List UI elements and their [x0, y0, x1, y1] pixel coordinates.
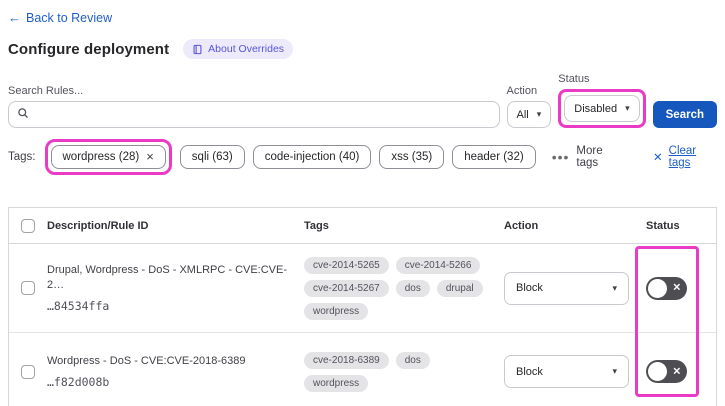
action-field-group: Action All ▾ — [506, 85, 552, 128]
rule-id: …f82d008b — [47, 375, 110, 390]
rule-tag-pill: dos — [395, 279, 430, 297]
chevron-down-icon: ▾ — [536, 109, 542, 119]
action-dropdown-value: Block — [516, 282, 543, 294]
rule-tags-cell: cve-2014-5265 cve-2014-5266 cve-2014-526… — [304, 256, 504, 320]
rule-action-cell: Block ▾ — [504, 271, 636, 305]
column-header-action: Action — [504, 219, 539, 232]
table-header-row: Description/Rule ID Tags Action Status — [9, 208, 716, 244]
rule-tag-pills: cve-2018-6389 dos wordpress — [304, 351, 494, 392]
clear-tags-link[interactable]: ✕ Clear tags — [653, 145, 717, 169]
rule-tag-pill: cve-2014-5265 — [304, 256, 389, 274]
tag-chip-wordpress[interactable]: wordpress (28) × — [50, 145, 166, 169]
tags-bar-label: Tags: — [8, 151, 36, 163]
column-header-tags: Tags — [304, 219, 329, 232]
table-row: Drupal, Wordpress - DoS - XMLRPC - CVE:C… — [9, 244, 716, 333]
status-select[interactable]: Disabled ▾ — [564, 95, 640, 122]
rule-tag-pill: drupal — [436, 279, 483, 297]
rule-status-cell: ✕ — [636, 276, 714, 300]
rule-tag-pill: wordpress — [304, 302, 369, 320]
rules-table: Description/Rule ID Tags Action Status D… — [8, 207, 717, 406]
search-icon — [17, 106, 29, 124]
tag-chip-label: xss (35) — [391, 151, 433, 163]
tag-chip-label: wordpress (28) — [62, 151, 140, 163]
tag-chip-xss[interactable]: xss (35) — [379, 145, 445, 169]
row-checkbox[interactable] — [21, 364, 35, 379]
chevron-down-icon: ▾ — [612, 282, 617, 293]
rule-description-cell: Wordpress - DoS - CVE:CVE-2018-6389 …f82… — [47, 354, 304, 389]
search-label: Search Rules... — [8, 85, 84, 97]
action-label: Action — [506, 85, 538, 97]
rule-id: …84534ffa — [47, 298, 110, 313]
clear-x-icon: ✕ — [653, 152, 663, 164]
tag-chip-label: header (32) — [464, 151, 524, 163]
search-box — [8, 101, 500, 128]
rule-description: Wordpress - DoS - CVE:CVE-2018-6389 — [47, 354, 246, 367]
page-title: Configure deployment — [8, 40, 170, 58]
rule-tag-pill: cve-2018-6389 — [304, 351, 389, 369]
search-button[interactable]: Search — [652, 101, 717, 128]
rule-tag-pill: dos — [395, 351, 430, 369]
toggle-knob — [648, 278, 667, 298]
action-select-value: All — [516, 108, 529, 121]
about-overrides-badge[interactable]: About Overrides — [183, 39, 294, 59]
action-dropdown[interactable]: Block ▾ — [504, 271, 629, 305]
tag-chip-label: code-injection (40) — [264, 151, 360, 163]
table-row: Wordpress - DoS - CVE:CVE-2018-6389 …f82… — [9, 333, 716, 406]
rule-status-cell: ✕ — [636, 360, 714, 383]
remove-tag-icon[interactable]: × — [146, 150, 154, 163]
rule-tag-pill: cve-2014-5266 — [395, 256, 481, 274]
rule-tag-pills: cve-2014-5265 cve-2014-5266 cve-2014-526… — [304, 256, 494, 320]
rule-tags-cell: cve-2018-6389 dos wordpress — [304, 351, 504, 392]
rule-action-cell: Block ▾ — [504, 355, 636, 388]
tag-chip-header[interactable]: header (32) — [452, 145, 536, 169]
ellipsis-icon: ••• — [551, 149, 570, 165]
title-row: Configure deployment About Overrides — [8, 39, 717, 59]
action-dropdown-value: Block — [516, 365, 543, 378]
toggle-x-icon: ✕ — [672, 282, 681, 294]
chevron-down-icon: ▾ — [625, 103, 630, 113]
row-checkbox-cell — [9, 281, 47, 295]
search-input[interactable] — [35, 108, 491, 121]
rule-tag-pill: cve-2014-5267 — [304, 279, 389, 297]
toggle-knob — [648, 362, 667, 381]
column-header-status: Status — [646, 219, 680, 232]
back-link-label: Back to Review — [26, 10, 113, 25]
badge-label: About Overrides — [208, 43, 285, 55]
search-field-group: Search Rules... — [8, 85, 500, 128]
more-tags-button[interactable]: ••• More tags — [552, 145, 623, 169]
rule-tag-pill: wordpress — [304, 374, 369, 392]
status-select-value: Disabled — [574, 102, 618, 115]
annotation-highlight-wordpress-chip: wordpress (28) × — [44, 139, 172, 175]
status-field-group: Status Disabled ▾ — [558, 73, 646, 128]
back-to-review-link[interactable]: ← Back to Review — [8, 10, 112, 25]
tag-chip-label: sqli (63) — [191, 151, 233, 163]
more-tags-label: More tags — [576, 145, 603, 169]
tag-chip-code-injection[interactable]: code-injection (40) — [252, 145, 372, 169]
book-icon — [192, 44, 203, 55]
toggle-x-icon: ✕ — [672, 366, 681, 377]
chevron-down-icon: ▾ — [612, 366, 617, 376]
column-header-description: Description/Rule ID — [47, 219, 149, 232]
rule-description-cell: Drupal, Wordpress - DoS - XMLRPC - CVE:C… — [47, 263, 304, 313]
tags-bar: Tags: wordpress (28) × sqli (63) code-in… — [8, 139, 717, 175]
status-toggle-off[interactable]: ✕ — [646, 276, 687, 300]
search-section: Search Rules... Action All ▾ Status Disa… — [8, 73, 717, 128]
action-select[interactable]: All ▾ — [506, 101, 552, 128]
status-label: Status — [558, 73, 590, 85]
rule-description: Drupal, Wordpress - DoS - XMLRPC - CVE:C… — [47, 264, 288, 291]
status-toggle-off[interactable]: ✕ — [646, 360, 687, 383]
row-checkbox[interactable] — [21, 281, 35, 295]
clear-tags-label: Clear tags — [668, 145, 697, 169]
row-checkbox-cell — [9, 364, 47, 379]
action-dropdown[interactable]: Block ▾ — [504, 355, 629, 388]
tag-chip-sqli[interactable]: sqli (63) — [179, 145, 245, 169]
header-checkbox-cell — [9, 218, 47, 233]
back-arrow-icon: ← — [8, 10, 21, 25]
annotation-highlight-status-filter: Disabled ▾ — [558, 89, 646, 128]
select-all-checkbox[interactable] — [21, 218, 35, 233]
